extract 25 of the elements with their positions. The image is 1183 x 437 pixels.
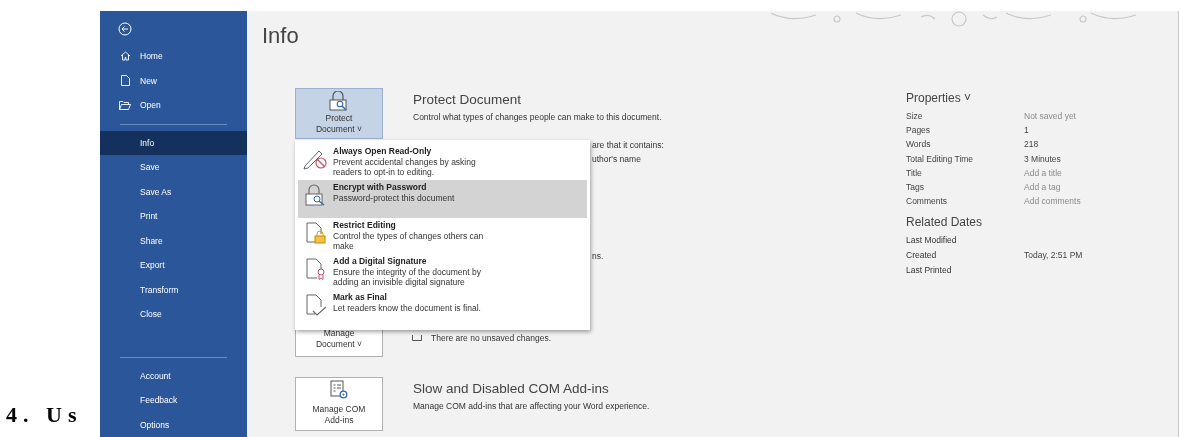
property-label: Size — [906, 111, 924, 122]
section-title: Slow and Disabled COM Add-ins — [413, 381, 610, 396]
section-description: Manage COM add-ins that are affecting your Word experience. — [413, 401, 650, 411]
property-label: Last Modified — [906, 234, 958, 245]
property-label: Pages — [906, 125, 932, 136]
property-value: 1 — [1024, 125, 1029, 136]
property-value: 3 Minutes — [1024, 153, 1061, 164]
section-description: ns. — [592, 251, 604, 261]
document-heading: 4. Us — [6, 402, 83, 428]
page-title: Info — [262, 23, 300, 50]
property-value: 218 — [1024, 139, 1039, 150]
property-value: Today, 2:51 PM — [1024, 249, 1083, 260]
property-label: Created — [906, 249, 938, 260]
section-description: are that it contains: — [592, 140, 664, 150]
property-label: Last Printed — [906, 264, 953, 275]
property-label: Words — [906, 139, 932, 150]
status-text: There are no unsaved changes. — [431, 333, 552, 343]
section-description: uthor's name — [592, 154, 641, 164]
section-title: Related Dates — [906, 215, 984, 230]
property-label: Title — [906, 167, 923, 178]
property-label: Comments — [906, 196, 949, 207]
section-description: Control what types of changes people can make to this document. — [413, 112, 662, 122]
section-title: Protect Document — [413, 92, 523, 107]
property-label: Total Editing Time — [906, 153, 975, 164]
property-label: Tags — [906, 182, 925, 193]
